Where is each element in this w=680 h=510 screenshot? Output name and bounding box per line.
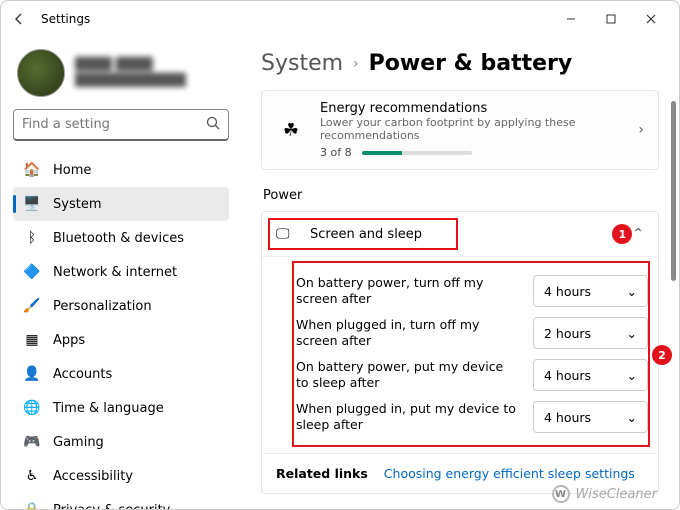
setting-row: On battery power, turn off my screen aft… [296,275,648,307]
profile-block[interactable]: ████ ████ ████████████ [13,45,229,109]
annotation-badge-1: 1 [612,224,632,244]
sidebar-item-gaming[interactable]: 🎮 Gaming [13,425,229,459]
nav-icon: ▦ [23,331,41,349]
chevron-down-icon: ⌄ [627,410,637,425]
screen-sleep-panel: 🖵 Screen and sleep 1 ⌃ 2 On battery powe… [261,211,659,494]
related-link[interactable]: Choosing energy efficient sleep settings [384,466,635,481]
nav-icon: ♿ [23,467,41,485]
screen-sleep-label: Screen and sleep [310,227,602,242]
nav-list: 🏠 Home 🖥️ System ᛒ Bluetooth & devices 🔷 Networ… [13,153,229,509]
chevron-down-icon: ⌄ [627,368,637,383]
nav-label: Bluetooth & devices [53,231,184,246]
sidebar-item-bluetooth-devices[interactable]: ᛒ Bluetooth & devices [13,221,229,255]
screen-sleep-header[interactable]: 🖵 Screen and sleep 1 ⌃ [262,212,658,257]
search-input[interactable] [22,117,206,132]
sidebar-item-accessibility[interactable]: ♿ Accessibility [13,459,229,493]
content-area: System › Power & battery ☘ Energy recomm… [241,37,679,509]
duration-dropdown[interactable]: 4 hours ⌄ [533,275,648,307]
nav-icon: 🖌️ [23,297,41,315]
nav-label: Accessibility [53,469,133,484]
titlebar: Settings [1,1,679,37]
setting-row: When plugged in, put my device to sleep … [296,401,648,433]
breadcrumb-parent[interactable]: System [261,51,343,76]
avatar [17,49,65,97]
related-label: Related links [276,466,368,481]
chevron-right-icon: › [638,122,644,138]
duration-dropdown[interactable]: 4 hours ⌄ [533,359,648,391]
minimize-button[interactable] [551,5,591,33]
leaf-icon: ☘ [276,120,306,141]
annotation-badge-2: 2 [652,345,672,365]
profile-sub: ████████████ [75,73,186,89]
nav-icon: ᛒ [23,229,41,247]
nav-icon: 🖥️ [23,195,41,213]
scrollbar-thumb[interactable] [671,101,676,281]
sidebar-item-network-internet[interactable]: 🔷 Network & internet [13,255,229,289]
nav-label: System [53,197,101,212]
breadcrumb: System › Power & battery [261,51,659,76]
section-label-power: Power [263,188,659,203]
setting-label: When plugged in, turn off my screen afte… [296,317,523,348]
setting-row: On battery power, put my device to sleep… [296,359,648,391]
chevron-down-icon: ⌄ [627,326,637,341]
profile-name: ████ ████ [75,57,186,73]
nav-label: Network & internet [53,265,177,280]
sidebar-item-apps[interactable]: ▦ Apps [13,323,229,357]
energy-progress-text: 3 of 8 [320,146,352,159]
back-button[interactable] [9,9,29,29]
sidebar-item-home[interactable]: 🏠 Home [13,153,229,187]
nav-label: Personalization [53,299,152,314]
screen-icon: 🖵 [276,226,296,242]
nav-icon: 🌐 [23,399,41,417]
energy-progress-bar [362,151,472,155]
nav-icon: 🔒 [23,501,41,509]
sidebar-item-system[interactable]: 🖥️ System [13,187,229,221]
chevron-down-icon: ⌄ [627,284,637,299]
nav-icon: 🎮 [23,433,41,451]
setting-row: When plugged in, turn off my screen afte… [296,317,648,349]
nav-label: Apps [53,333,85,348]
setting-label: On battery power, put my device to sleep… [296,359,523,390]
energy-title: Energy recommendations [320,101,638,116]
chevron-up-icon: ⌃ [632,226,644,242]
dropdown-value: 4 hours [544,368,591,383]
energy-subtitle: Lower your carbon footprint by applying … [320,116,638,142]
nav-label: Home [53,163,91,178]
duration-dropdown[interactable]: 2 hours ⌄ [533,317,648,349]
breadcrumb-current: Power & battery [369,51,573,76]
setting-label: When plugged in, put my device to sleep … [296,401,523,432]
window-title: Settings [41,12,90,26]
close-button[interactable] [631,5,671,33]
sidebar-item-privacy-security[interactable]: 🔒 Privacy & security [13,493,229,509]
setting-label: On battery power, turn off my screen aft… [296,275,523,306]
sidebar: ████ ████ ████████████ 🏠 Home 🖥️ System ᛒ Blu… [1,37,241,509]
dropdown-value: 4 hours [544,284,591,299]
nav-icon: 👤 [23,365,41,383]
sidebar-item-accounts[interactable]: 👤 Accounts [13,357,229,391]
duration-dropdown[interactable]: 4 hours ⌄ [533,401,648,433]
nav-icon: 🏠 [23,161,41,179]
nav-label: Accounts [53,367,112,382]
nav-label: Gaming [53,435,104,450]
dropdown-value: 4 hours [544,410,591,425]
related-links-row: Related links Choosing energy efficient … [262,453,658,493]
nav-label: Privacy & security [53,503,170,510]
search-box[interactable] [13,109,229,141]
nav-label: Time & language [53,401,164,416]
chevron-right-icon: › [353,56,359,72]
sidebar-item-personalization[interactable]: 🖌️ Personalization [13,289,229,323]
nav-icon: 🔷 [23,263,41,281]
dropdown-value: 2 hours [544,326,591,341]
search-icon [206,115,220,134]
sidebar-item-time-language[interactable]: 🌐 Time & language [13,391,229,425]
energy-recommendations-card[interactable]: ☘ Energy recommendations Lower your carb… [261,90,659,170]
maximize-button[interactable] [591,5,631,33]
